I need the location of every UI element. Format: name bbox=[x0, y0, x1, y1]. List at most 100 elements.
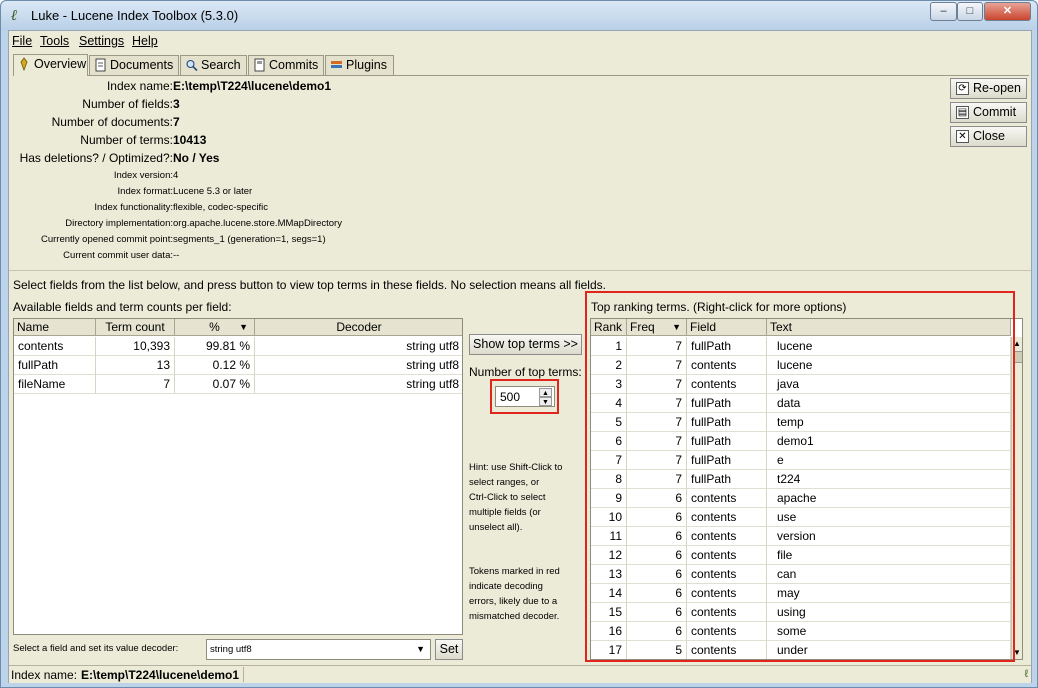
fields-table[interactable]: Name Term count % ▼ Decoder contents 10,… bbox=[13, 318, 463, 635]
commit-button[interactable]: ▤ Commit bbox=[950, 102, 1027, 123]
field-name: fileName bbox=[14, 375, 96, 394]
index-name-value: E:\temp\T224\lucene\demo1 bbox=[173, 79, 332, 93]
commit-label: Commit bbox=[973, 105, 1017, 119]
field-term-count: 10,393 bbox=[96, 337, 175, 356]
functionality-label: Index functionality: bbox=[94, 202, 173, 213]
plugins-icon bbox=[331, 61, 342, 68]
close-index-button[interactable]: ✕ Close bbox=[950, 126, 1027, 147]
window-title: Luke - Lucene Index Toolbox (5.3.0) bbox=[31, 8, 239, 23]
field-name: fullPath bbox=[14, 356, 96, 375]
sort-desc-icon: ▼ bbox=[239, 322, 248, 332]
decoder-label: Select a field and set its value decoder… bbox=[13, 643, 179, 654]
menu-tools[interactable]: Tools bbox=[40, 34, 69, 48]
resize-grip-icon[interactable]: ℓ bbox=[1024, 668, 1028, 680]
num-terms-label: Number of terms: bbox=[80, 133, 173, 147]
documents-icon bbox=[95, 58, 106, 72]
highlight-box-top-terms-panel bbox=[585, 291, 1015, 662]
col-decoder-header[interactable]: Decoder bbox=[255, 319, 462, 336]
highlight-box-top-terms bbox=[490, 379, 559, 414]
field-term-count: 7 bbox=[96, 375, 175, 394]
col-name-header[interactable]: Name bbox=[14, 319, 96, 336]
overview-icon bbox=[20, 57, 28, 71]
search-icon bbox=[186, 59, 198, 72]
set-decoder-button[interactable]: Set bbox=[435, 639, 463, 660]
reopen-label: Re-open bbox=[973, 81, 1021, 95]
num-fields-value: 3 bbox=[173, 97, 180, 111]
num-top-terms-label: Number of top terms: bbox=[469, 365, 582, 379]
section-divider bbox=[9, 270, 1031, 271]
menu-bar: File Tools Settings Help bbox=[9, 31, 1031, 51]
close-label: Close bbox=[973, 129, 1005, 143]
instructions-text: Select fields from the list below, and p… bbox=[13, 278, 606, 292]
status-bar: Index name: E:\temp\T224\lucene\demo1 ℓ bbox=[9, 665, 1031, 683]
main-panel: File Tools Settings Help Overview Docume… bbox=[8, 30, 1032, 683]
deletions-value: No / Yes bbox=[173, 151, 220, 165]
functionality-value: flexible, codec-specific bbox=[173, 202, 269, 213]
minimize-button[interactable]: – bbox=[930, 2, 957, 21]
status-divider bbox=[243, 667, 244, 682]
tab-divider bbox=[13, 75, 1029, 76]
tab-documents-label: Documents bbox=[110, 58, 174, 72]
index-format-value: Lucene 5.3 or later bbox=[173, 186, 253, 197]
tab-commits[interactable]: Commits bbox=[248, 55, 324, 75]
field-term-count: 13 bbox=[96, 356, 175, 375]
tab-documents[interactable]: Documents bbox=[89, 55, 179, 75]
directory-label: Directory implementation: bbox=[65, 218, 173, 229]
decoder-select-value: string utf8 bbox=[210, 644, 252, 655]
title-bar[interactable]: ℓ Luke - Lucene Index Toolbox (5.3.0) – … bbox=[1, 1, 1037, 30]
menu-settings[interactable]: Settings bbox=[79, 34, 124, 48]
index-version-value: 4 bbox=[173, 170, 179, 181]
num-fields-label: Number of fields: bbox=[82, 97, 173, 111]
menu-help[interactable]: Help bbox=[132, 34, 158, 48]
commits-icon bbox=[254, 58, 265, 72]
menu-settings-label: Settings bbox=[79, 34, 125, 48]
index-version-label: Index version: bbox=[113, 170, 173, 181]
col-percent-label: % bbox=[209, 320, 220, 334]
decoding-hint: Tokens marked in red indicate decoding e… bbox=[469, 566, 560, 622]
show-top-terms-button[interactable]: Show top terms >> bbox=[469, 334, 582, 355]
save-icon: ▤ bbox=[956, 106, 969, 119]
field-percent: 99.81 % bbox=[175, 337, 255, 356]
field-decoder: string utf8 bbox=[255, 337, 462, 356]
num-docs-label: Number of documents: bbox=[51, 115, 173, 129]
tab-overview-label: Overview bbox=[34, 57, 87, 71]
fields-panel-title: Available fields and term counts per fie… bbox=[13, 300, 232, 314]
directory-value: org.apache.lucene.store.MMapDirectory bbox=[173, 218, 342, 229]
maximize-button[interactable]: □ bbox=[957, 2, 983, 21]
commit-user-value: -- bbox=[173, 250, 180, 261]
num-docs-value: 7 bbox=[173, 115, 180, 129]
tab-plugins[interactable]: Plugins bbox=[325, 55, 394, 75]
index-name-label: Index name: bbox=[106, 79, 173, 93]
chevron-down-icon: ▼ bbox=[416, 644, 425, 654]
field-percent: 0.12 % bbox=[175, 356, 255, 375]
col-term-count-header[interactable]: Term count bbox=[96, 319, 175, 336]
selection-hint: Hint: use Shift-Click to select ranges, … bbox=[469, 462, 563, 533]
field-decoder: string utf8 bbox=[255, 375, 462, 394]
close-icon: ✕ bbox=[956, 130, 969, 143]
reopen-button[interactable]: ⟳ Re-open bbox=[950, 78, 1027, 99]
index-format-label: Index format: bbox=[117, 186, 173, 197]
tab-overview[interactable]: Overview bbox=[13, 54, 88, 76]
status-index-label: Index name: bbox=[11, 668, 78, 682]
deletions-label: Has deletions? / Optimized?: bbox=[19, 151, 173, 165]
menu-file-label: File bbox=[12, 34, 33, 48]
decoder-select[interactable]: string utf8 ▼ bbox=[206, 639, 431, 660]
field-name: contents bbox=[14, 337, 96, 356]
tab-search[interactable]: Search bbox=[180, 55, 247, 75]
commit-point-value: segments_1 (generation=1, segs=1) bbox=[173, 234, 326, 245]
refresh-icon: ⟳ bbox=[956, 82, 969, 95]
col-percent-header[interactable]: % ▼ bbox=[175, 319, 255, 336]
field-percent: 0.07 % bbox=[175, 375, 255, 394]
tab-plugins-label: Plugins bbox=[346, 58, 387, 72]
num-terms-value: 10413 bbox=[173, 133, 207, 147]
luke-app-icon: ℓ bbox=[11, 6, 18, 24]
close-window-button[interactable]: ✕ bbox=[984, 2, 1031, 21]
field-decoder: string utf8 bbox=[255, 356, 462, 375]
status-index-value: E:\temp\T224\lucene\demo1 bbox=[81, 668, 240, 682]
menu-file[interactable]: File bbox=[12, 34, 32, 48]
app-window: ℓ Luke - Lucene Index Toolbox (5.3.0) – … bbox=[0, 0, 1038, 688]
tab-commits-label: Commits bbox=[269, 58, 319, 72]
tab-search-label: Search bbox=[201, 58, 241, 72]
menu-help-label: Help bbox=[132, 34, 158, 48]
commit-point-label: Currently opened commit point: bbox=[40, 234, 173, 245]
